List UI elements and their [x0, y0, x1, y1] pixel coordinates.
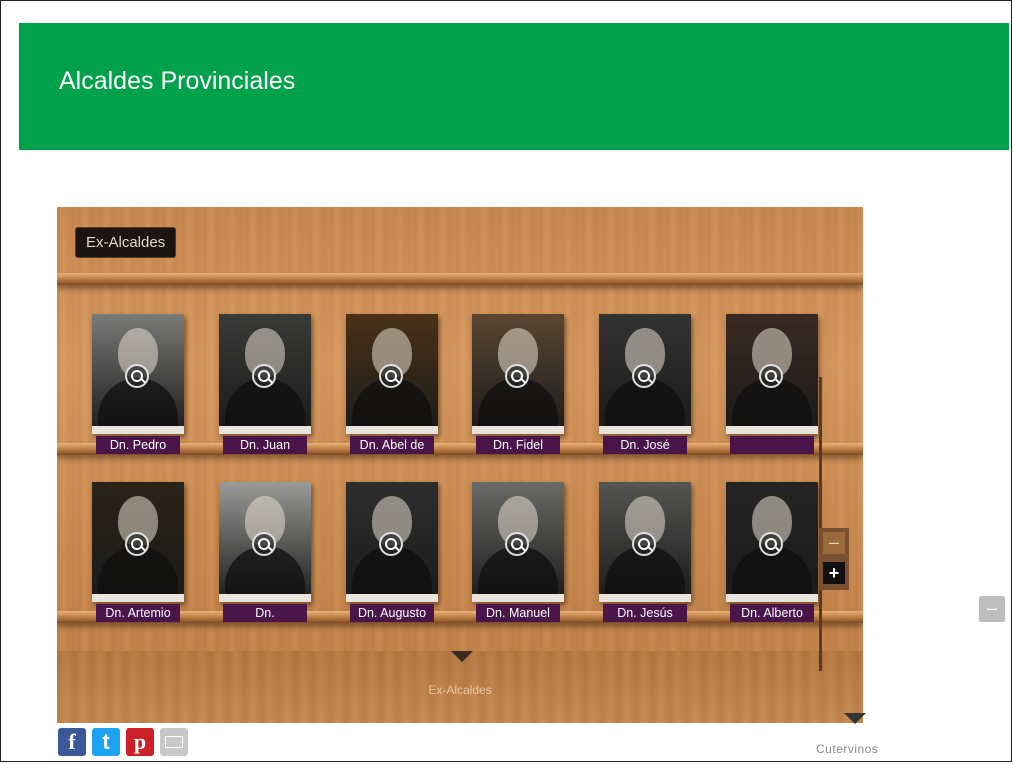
email-share-icon[interactable] — [160, 728, 188, 756]
portrait-photo[interactable] — [472, 482, 564, 602]
portrait-photo[interactable] — [92, 482, 184, 602]
portrait-photo[interactable] — [219, 314, 311, 434]
portrait-card[interactable]: Dn. Abel de — [346, 314, 438, 454]
twitter-share-icon[interactable]: t — [92, 728, 120, 756]
photo-caption-strip — [92, 594, 184, 602]
photo-caption-strip — [219, 426, 311, 434]
header-banner: Alcaldes Provinciales — [19, 23, 1009, 150]
portrait-card[interactable]: Dn. — [219, 482, 311, 622]
photo-caption-strip — [346, 594, 438, 602]
portrait-photo[interactable] — [599, 482, 691, 602]
portrait-photo[interactable] — [599, 314, 691, 434]
photo-caption-strip — [726, 594, 818, 602]
footer-brand: Cutervinos — [816, 742, 879, 756]
photo-caption-strip — [726, 426, 818, 434]
portrait-card[interactable]: Dn. Augusto — [346, 482, 438, 622]
portrait-name-label: Dn. — [223, 604, 307, 622]
portrait-photo[interactable] — [346, 314, 438, 434]
magnifier-icon[interactable] — [505, 532, 529, 556]
photo-caption-strip — [472, 426, 564, 434]
photo-caption-strip — [472, 594, 564, 602]
portrait-card[interactable]: Dn. Pedro — [92, 314, 184, 454]
shelf-tab-ex-alcaldes[interactable]: Ex-Alcaldes — [75, 227, 177, 258]
portrait-name-label: Dn. Juan — [223, 436, 307, 454]
magnifier-icon[interactable] — [125, 364, 149, 388]
portrait-name-label: Dn. Jesús — [603, 604, 687, 622]
photo-caption-strip — [346, 426, 438, 434]
magnifier-icon[interactable] — [252, 364, 276, 388]
portrait-card[interactable]: Dn. Alberto — [726, 482, 818, 622]
collapse-button[interactable]: – — [979, 596, 1005, 622]
portrait-name-label: Dn. Augusto — [350, 604, 434, 622]
floor-arrow-icon[interactable] — [451, 651, 473, 662]
facebook-share-icon[interactable]: f — [58, 728, 86, 756]
magnifier-icon[interactable] — [632, 364, 656, 388]
photo-caption-strip — [599, 594, 691, 602]
magnifier-icon[interactable] — [632, 532, 656, 556]
portrait-card[interactable]: Dn. Artemio — [92, 482, 184, 622]
portrait-photo[interactable] — [346, 482, 438, 602]
magnifier-icon[interactable] — [379, 364, 403, 388]
shelf-plank-top — [57, 273, 863, 285]
floor-label: Ex-Alcaldes — [428, 683, 492, 697]
portrait-card[interactable]: Dn. Jesús — [599, 482, 691, 622]
magnifier-icon[interactable] — [505, 364, 529, 388]
portrait-name-label: Dn. Artemio — [96, 604, 180, 622]
magnifier-icon[interactable] — [379, 532, 403, 556]
photo-caption-strip — [599, 426, 691, 434]
pinterest-share-icon[interactable]: p — [126, 728, 154, 756]
photo-caption-strip — [92, 426, 184, 434]
portrait-name-label: Dn. José — [603, 436, 687, 454]
zoom-in-button[interactable]: + — [823, 562, 845, 584]
photo-caption-strip — [219, 594, 311, 602]
page-title: Alcaldes Provinciales — [59, 67, 296, 95]
bookshelf: Ex-Alcaldes Dn. Pedro Dn. Juan Dn. Abel de… — [57, 207, 863, 723]
magnifier-icon[interactable] — [252, 532, 276, 556]
portrait-card[interactable]: Dn. Juan — [219, 314, 311, 454]
portrait-name-label: Dn. Abel de — [350, 436, 434, 454]
zoom-out-button[interactable]: – — [823, 532, 845, 554]
portrait-photo[interactable] — [726, 314, 818, 434]
vertical-scrollbar[interactable] — [819, 377, 822, 671]
portrait-name-label — [730, 436, 814, 454]
portrait-photo[interactable] — [219, 482, 311, 602]
portrait-name-label: Dn. Manuel — [476, 604, 560, 622]
portrait-name-label: Dn. Alberto — [730, 604, 814, 622]
portrait-photo[interactable] — [92, 314, 184, 434]
portrait-card[interactable]: Dn. Fidel — [472, 314, 564, 454]
page-frame: Alcaldes Provinciales Ex-Alcaldes Dn. Pe… — [0, 0, 1012, 762]
portrait-name-label: Dn. Fidel — [476, 436, 560, 454]
portrait-photo[interactable] — [472, 314, 564, 434]
magnifier-icon[interactable] — [125, 532, 149, 556]
portrait-name-label: Dn. Pedro — [96, 436, 180, 454]
magnifier-icon[interactable] — [759, 532, 783, 556]
portrait-card[interactable] — [726, 314, 818, 454]
portrait-card[interactable]: Dn. José — [599, 314, 691, 454]
zoom-control: – + — [819, 528, 849, 590]
portrait-photo[interactable] — [726, 482, 818, 602]
dropdown-arrow-icon[interactable] — [844, 713, 866, 724]
portrait-card[interactable]: Dn. Manuel — [472, 482, 564, 622]
magnifier-icon[interactable] — [759, 364, 783, 388]
